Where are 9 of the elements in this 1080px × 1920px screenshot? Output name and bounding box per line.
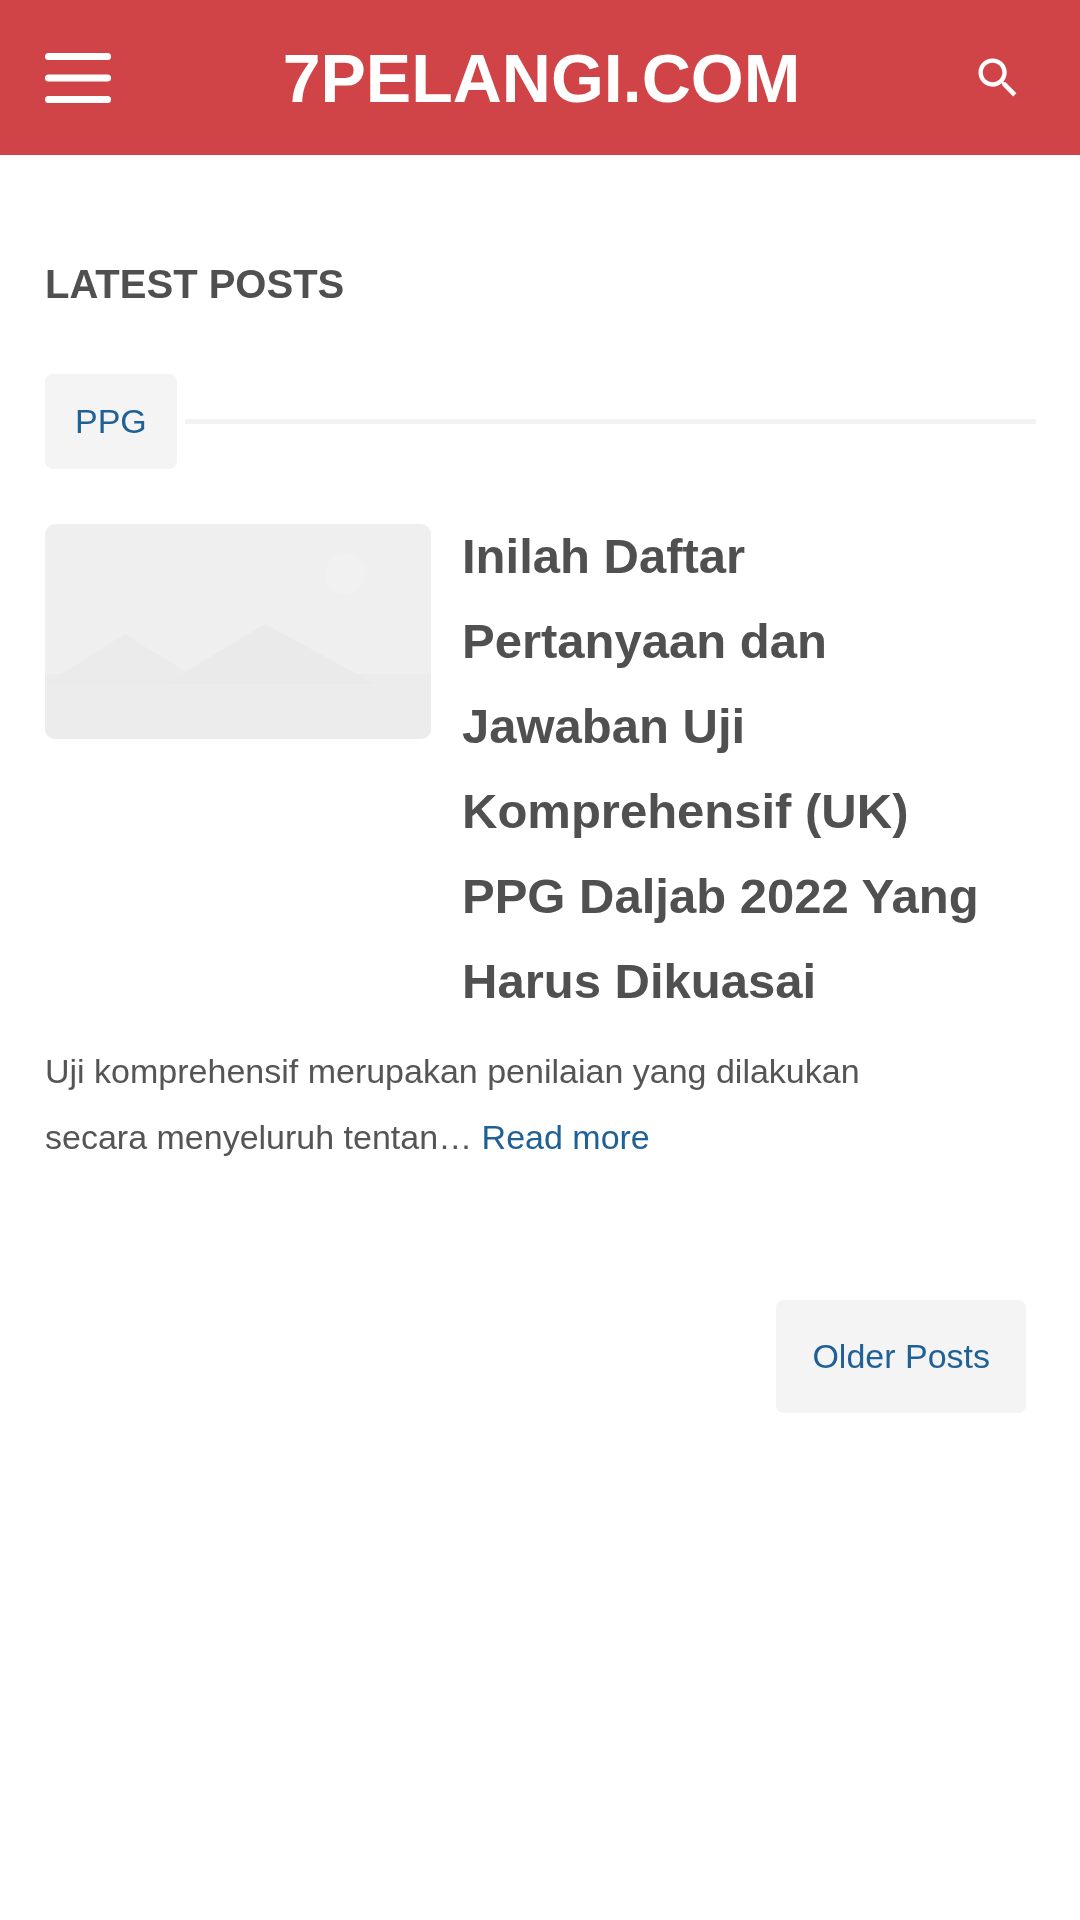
section-heading: LATEST POSTS xyxy=(45,261,345,308)
read-more-link[interactable]: Read more xyxy=(481,1118,650,1156)
post-excerpt: Uji komprehensif merupakan penilaian yang dilakukan secara menyeluruh tentan… Read more xyxy=(45,1051,861,1158)
menu-button[interactable] xyxy=(45,52,111,103)
older-posts-button[interactable]: Older Posts xyxy=(776,1300,1026,1413)
menu-icon xyxy=(45,52,111,103)
category-label[interactable]: PPG xyxy=(45,374,177,469)
post-title[interactable]: Inilah Daftar Pertanyaan dan Jawaban Uji Komprehensif (UK) PPG Daljab 2022 Yang Harus Dikuasai xyxy=(462,514,1017,1024)
site-title[interactable]: 7PELANGI.COM xyxy=(282,38,801,117)
